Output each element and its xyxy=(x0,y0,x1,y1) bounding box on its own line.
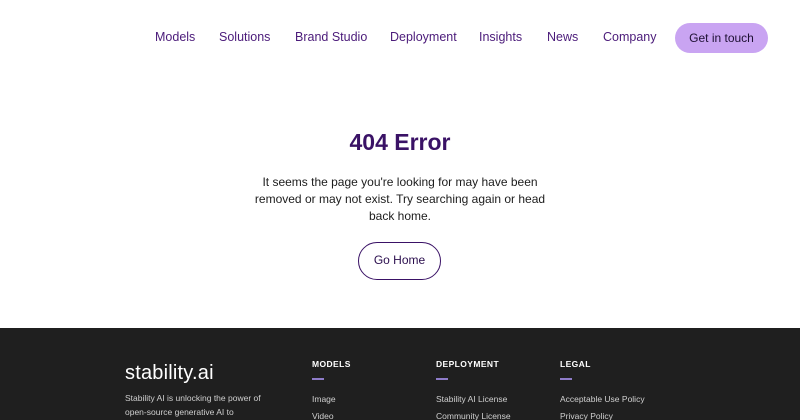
footer-column-heading: MODELS xyxy=(312,359,351,369)
page-title: 404 Error xyxy=(349,129,451,155)
error-section: 404 Error It seems the page you're looki… xyxy=(0,76,800,328)
go-home-button[interactable]: Go Home xyxy=(358,242,441,280)
footer-link-community-license[interactable]: Community License xyxy=(436,408,511,420)
footer-column-heading: DEPLOYMENT xyxy=(436,359,500,369)
error-description: It seems the page you're looking for may… xyxy=(254,175,546,223)
nav-link-deployment[interactable]: Deployment xyxy=(390,29,457,45)
nav-link-insights[interactable]: Insights xyxy=(479,29,522,45)
footer-link-image[interactable]: Image xyxy=(312,391,351,408)
heading-underline xyxy=(436,378,448,380)
heading-underline xyxy=(312,378,324,380)
footer-link-video[interactable]: Video xyxy=(312,408,351,420)
nav-link-solutions[interactable]: Solutions xyxy=(219,29,270,45)
heading-underline xyxy=(560,378,572,380)
footer-logo[interactable]: stability.ai xyxy=(125,361,214,385)
nav-link-brand-studio[interactable]: Brand Studio xyxy=(295,29,367,45)
footer-column-models: MODELS Image Video xyxy=(312,358,351,420)
site-header: Models Solutions Brand Studio Deployment… xyxy=(0,0,800,76)
site-footer: stability.ai Stability AI is unlocking t… xyxy=(0,328,800,420)
footer-link-acceptable-use-policy[interactable]: Acceptable Use Policy xyxy=(560,391,645,408)
nav-link-models[interactable]: Models xyxy=(155,29,195,45)
footer-link-privacy-policy[interactable]: Privacy Policy xyxy=(560,408,645,420)
footer-column-heading: LEGAL xyxy=(560,359,591,369)
footer-tagline: Stability AI is unlocking the power of o… xyxy=(125,393,261,417)
footer-column-legal: LEGAL Acceptable Use Policy Privacy Poli… xyxy=(560,358,645,420)
footer-column-deployment: DEPLOYMENT Stability AI License Communit… xyxy=(436,358,511,420)
footer-link-stability-ai-license[interactable]: Stability AI License xyxy=(436,391,511,408)
nav-link-company[interactable]: Company xyxy=(603,29,657,45)
get-in-touch-button[interactable]: Get in touch xyxy=(675,23,768,53)
nav-link-news[interactable]: News xyxy=(547,29,578,45)
